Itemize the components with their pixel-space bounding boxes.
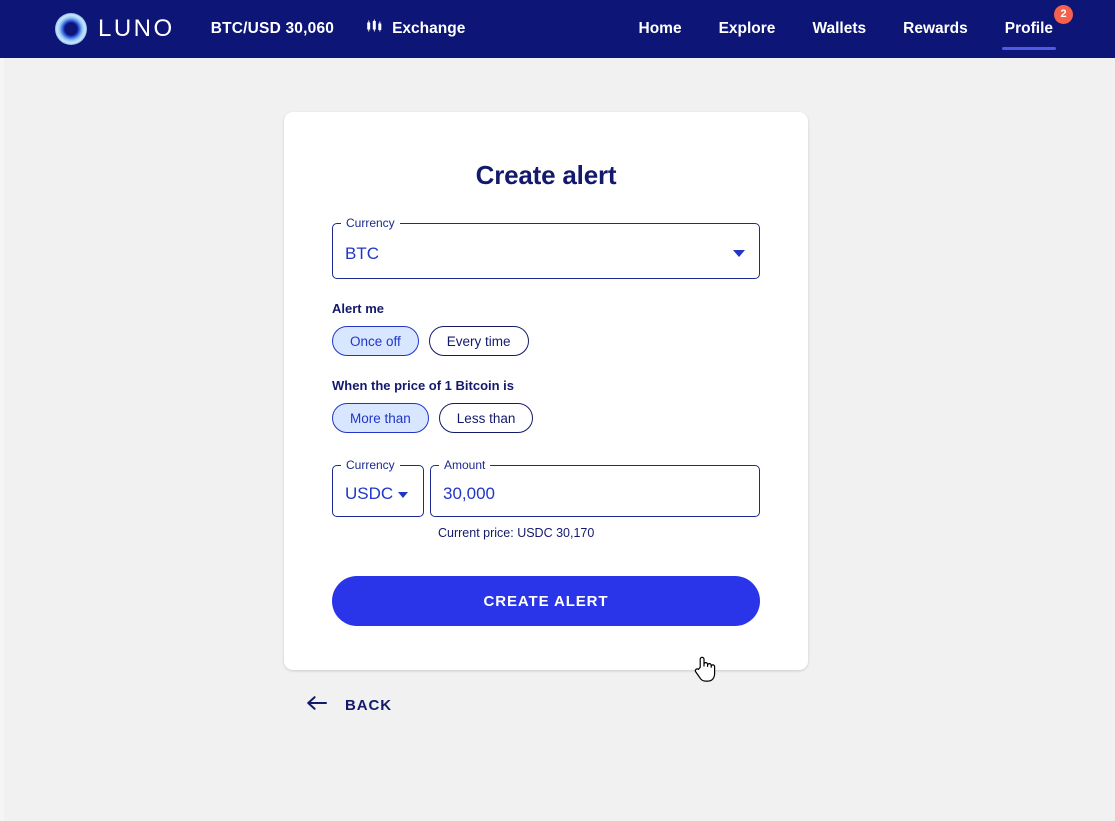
nav-item-rewards[interactable]: Rewards <box>903 0 968 58</box>
amount-field-label: Amount <box>444 458 486 472</box>
luno-wordmark: LUNO <box>98 15 175 42</box>
nav-item-profile[interactable]: Profile 2 <box>1001 0 1073 58</box>
currency-select-body: BTC <box>333 229 759 278</box>
condition-label: When the price of 1 Bitcoin is <box>332 378 515 393</box>
chip-once-off[interactable]: Once off <box>332 326 419 356</box>
create-alert-button[interactable]: CREATE ALERT <box>332 576 760 626</box>
amount-currency-body: USDC <box>333 471 423 516</box>
currency-select-value: BTC <box>345 243 379 263</box>
nav-item-explore[interactable]: Explore <box>719 0 776 58</box>
condition-options: More than Less than <box>332 403 760 433</box>
back-link[interactable]: BACK <box>306 695 392 716</box>
current-price-text: Current price: USDC 30,170 <box>438 526 595 540</box>
profile-notification-badge: 2 <box>1054 5 1073 24</box>
back-label: BACK <box>345 697 392 714</box>
alert-me-options: Once off Every time <box>332 326 760 356</box>
nav-item-explore-label: Explore <box>718 20 776 37</box>
chevron-down-icon <box>733 250 745 257</box>
main-nav: Home Explore Wallets Rewards Profile 2 <box>639 0 1115 58</box>
chevron-down-icon <box>398 491 409 498</box>
amount-field-body <box>431 471 759 516</box>
exchange-link[interactable]: Exchange <box>366 18 465 40</box>
amount-field[interactable]: Amount <box>430 459 760 517</box>
create-alert-form: Currency BTC Alert me Once off Every tim… <box>284 217 808 626</box>
nav-item-wallets[interactable]: Wallets <box>812 0 866 58</box>
amount-row: Currency USDC Amount <box>332 459 760 517</box>
amount-currency-value-wrap: USDC <box>345 483 409 504</box>
alert-me-label: Alert me <box>332 301 385 316</box>
top-navigation-bar: LUNO BTC/USD 30,060 Exchange Home Explor… <box>0 0 1115 58</box>
chip-more-than[interactable]: More than <box>332 403 429 433</box>
arrow-left-icon <box>306 695 328 716</box>
page-left-edge <box>0 58 4 821</box>
nav-item-rewards-label: Rewards <box>903 20 968 37</box>
candlestick-chart-icon <box>366 18 383 40</box>
nav-item-home[interactable]: Home <box>639 0 682 58</box>
amount-currency-select[interactable]: Currency USDC <box>332 459 424 517</box>
chip-every-time[interactable]: Every time <box>428 326 529 356</box>
luno-brand-logo[interactable]: LUNO <box>55 13 175 45</box>
currency-select[interactable]: Currency BTC <box>332 217 760 279</box>
amount-input[interactable] <box>443 483 745 504</box>
amount-currency-label: Currency <box>346 458 395 472</box>
nav-item-wallets-label: Wallets <box>812 20 867 37</box>
amount-currency-value: USDC <box>345 483 394 503</box>
nav-item-home-label: Home <box>638 20 682 37</box>
chip-less-than[interactable]: Less than <box>438 403 534 433</box>
create-alert-card: Create alert Currency BTC Alert me Once … <box>284 112 808 670</box>
currency-select-label: Currency <box>346 216 395 230</box>
exchange-label: Exchange <box>392 20 466 37</box>
page-title: Create alert <box>475 160 617 190</box>
luno-ring-logo-icon <box>55 13 87 45</box>
btc-usd-ticker[interactable]: BTC/USD 30,060 <box>211 20 334 38</box>
nav-item-profile-label: Profile <box>1004 20 1053 37</box>
page-body: Create alert Currency BTC Alert me Once … <box>0 58 1115 821</box>
